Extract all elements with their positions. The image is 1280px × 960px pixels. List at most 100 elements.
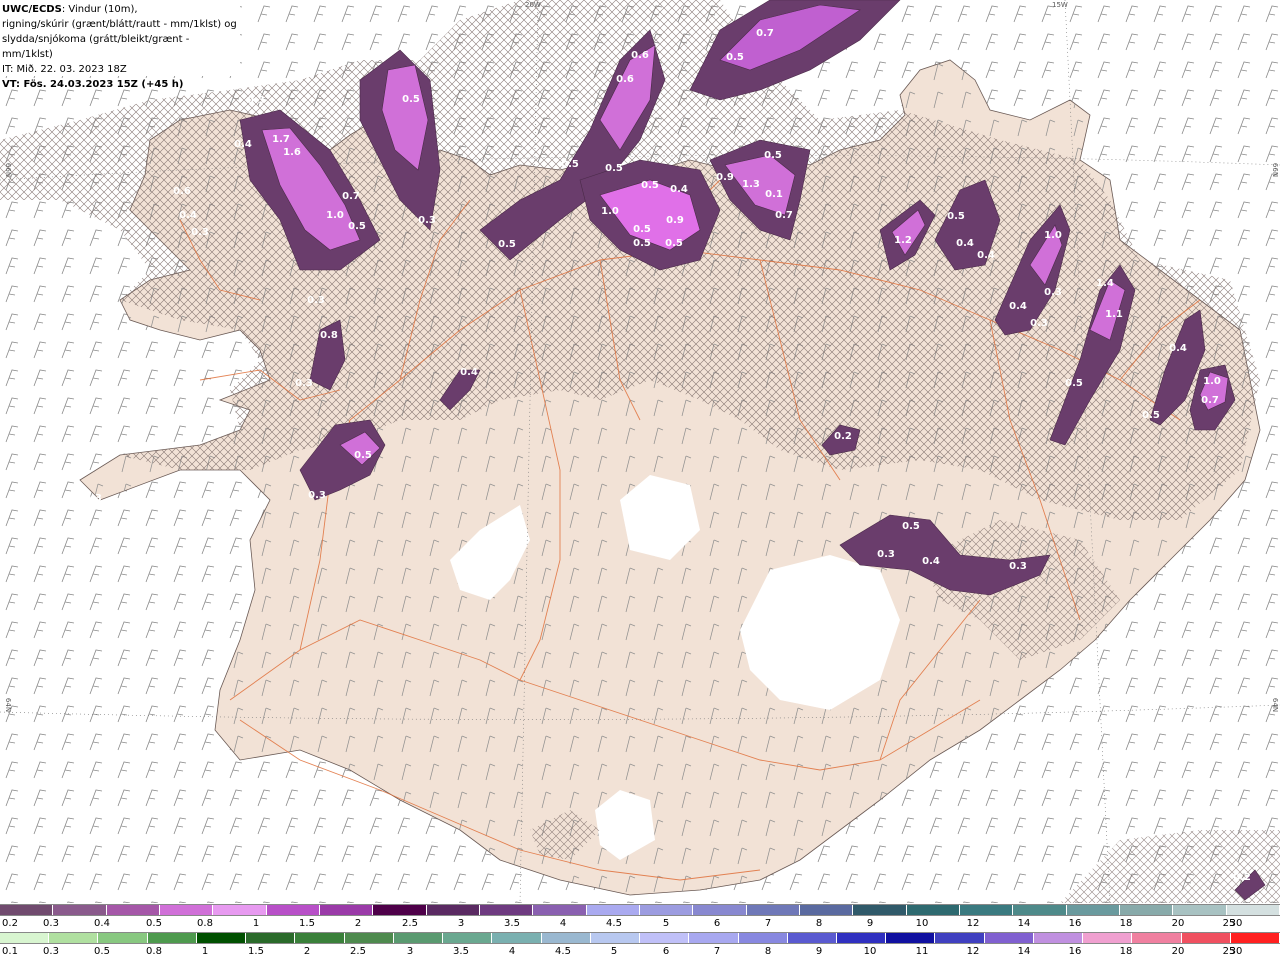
colorbar-tick-label: 8 [764, 946, 772, 957]
precip-value: 1.4 [1096, 278, 1114, 289]
precip-value: 0.7 [756, 28, 774, 39]
precip-value: 0.5 [402, 94, 420, 105]
colorbar-tick-label: 7 [764, 918, 772, 929]
precip-value: 0.7 [775, 210, 793, 221]
colorbar-swatch [1173, 905, 1227, 915]
colorbar-tick-label: 2 [354, 918, 362, 929]
latitude-label-64n-right: 64N [1271, 697, 1280, 713]
colorbar-swatch [1033, 933, 1084, 943]
precip-value: 1.0 [326, 210, 344, 221]
precip-value: 0.3 [418, 215, 436, 226]
colorbar-tick-label: 9 [815, 946, 823, 957]
precip-value: 0.3 [307, 295, 325, 306]
colorbar-swatch [738, 933, 788, 943]
precip-value: 0.5 [633, 224, 651, 235]
info-line-2: rigning/skúrir (grænt/blátt/rautt - mm/1… [2, 19, 237, 30]
colorbar-tick-label: 1.5 [299, 918, 315, 929]
colorbar-tick-label: 7 [713, 946, 721, 957]
colorbar-swatch [344, 933, 394, 943]
initial-time: IT: Mið. 22. 03. 2023 18Z [2, 64, 127, 75]
precip-value: 0.7 [1201, 395, 1219, 406]
colorbar-swatch [590, 933, 641, 943]
precip-value: 0.3 [247, 95, 265, 106]
colorbar-swatch [319, 905, 374, 915]
colorbar-swatch [147, 933, 197, 943]
colorbar-swatch [295, 933, 345, 943]
colorbar-swatch [159, 905, 214, 915]
colorbar-tick-label: 4.5 [606, 918, 622, 929]
colorbar-swatch [1230, 933, 1280, 943]
colorbar-tick-label: 2.5 [402, 918, 418, 929]
latitude-label-66n-right: 66N [1271, 162, 1280, 178]
colorbar-tick-label: 18 [1119, 946, 1133, 957]
precip-value: 0.4 [234, 139, 252, 150]
precip-value: 0.5 [1142, 410, 1160, 421]
colorbar-tick-label: 18 [1119, 918, 1133, 929]
colorbar-swatch [53, 905, 107, 915]
colorbar-tick-label: 4 [508, 946, 516, 957]
colorbar-swatch [639, 905, 694, 915]
snow-colorbar [0, 904, 1280, 916]
precip-value: 1.1 [1105, 309, 1123, 320]
colorbar-tick-label: 0.3 [43, 918, 59, 929]
precip-value: 0.5 [498, 239, 516, 250]
colorbar-swatch [213, 905, 267, 915]
colorbar-tick-label: 2 [303, 946, 311, 957]
info-line-3: slydda/snjókoma (grátt/bleikt/grænt - mm… [2, 34, 190, 60]
colorbar-tick-label: 10 [915, 918, 929, 929]
precip-value: 0.3 [877, 549, 895, 560]
colorbar-swatch [984, 933, 1034, 943]
precip-value: 0.3 [308, 490, 326, 501]
colorbar-swatch [492, 933, 542, 943]
precip-value: 0.9 [666, 215, 684, 226]
colorbar-swatch [0, 905, 54, 915]
colorbar-swatch [479, 905, 534, 915]
precip-value: 0.3 [1009, 561, 1027, 572]
precip-value: 0.2 [834, 431, 852, 442]
precip-value: 0.5 [641, 180, 659, 191]
precip-value: 0.4 [977, 250, 995, 261]
colorbar-swatch [799, 905, 854, 915]
colorbar-tick-label: 4.5 [555, 946, 571, 957]
precip-value: 0.5 [764, 150, 782, 161]
colorbar-swatch [1181, 933, 1231, 943]
precip-value: 1.7 [272, 134, 290, 145]
rain-colorbar-labels: 0.1 0.3 0.5 0.8 1 1.5 2 2.5 3 3.5 4 4.5 5 6 7 8 9 10 11 12 1… [0, 946, 1280, 960]
colorbar-swatch [1013, 905, 1067, 915]
colorbar-tick-label: 4 [559, 918, 567, 929]
colorbar-swatch [533, 905, 587, 915]
colorbar-swatch [689, 933, 739, 943]
colorbar-swatch [886, 933, 936, 943]
colorbar-tick-label: 0.5 [94, 946, 110, 957]
precip-value: 1.0 [601, 206, 619, 217]
precip-value: 0.4 [179, 210, 197, 221]
valid-time: VT: Fös. 24.03.2023 15Z (+45 h) [2, 79, 184, 90]
precip-value: 0.8 [320, 330, 338, 341]
precip-value: 0.1 [765, 189, 783, 200]
colorbar-tick-label: 0.1 [2, 946, 18, 957]
latitude-label-64n-left: 64N [4, 697, 13, 713]
colorbar-swatch [906, 905, 960, 915]
colorbar-tick-label: 14 [1017, 918, 1031, 929]
precip-value: 0.7 [342, 191, 360, 202]
longitude-label-15w: 15W [1052, 1, 1068, 9]
colorbar-tick-label: 12 [966, 918, 980, 929]
precip-value: 0.5 [665, 238, 683, 249]
snow-colorbar-labels: 0.2 0.3 0.4 0.5 0.8 1 1.5 2 2.5 3 3.5 4 4.5 5 6 7 8 9 10 12… [0, 918, 1280, 932]
latitude-label-66n-left: 66N [4, 162, 13, 178]
colorbar-swatch [246, 933, 296, 943]
colorbar-swatch [98, 933, 148, 943]
precip-value: 0.6 [616, 74, 634, 85]
colorbar-swatch [373, 905, 427, 915]
colorbar-swatch [393, 933, 444, 943]
colorbar-tick-label: 10 [863, 946, 877, 957]
rain-colorbar [0, 932, 1280, 944]
precip-value: 0.5 [947, 211, 965, 222]
longitude-label-20w: 20W [525, 1, 541, 9]
colorbar-swatch [1083, 933, 1133, 943]
precip-value: 0.3 [1044, 287, 1062, 298]
precip-value: 0.3 [84, 493, 102, 504]
precip-value: 0.5 [348, 221, 366, 232]
colorbar-tick-label: 20 [1171, 918, 1185, 929]
colorbar-swatch [853, 905, 907, 915]
